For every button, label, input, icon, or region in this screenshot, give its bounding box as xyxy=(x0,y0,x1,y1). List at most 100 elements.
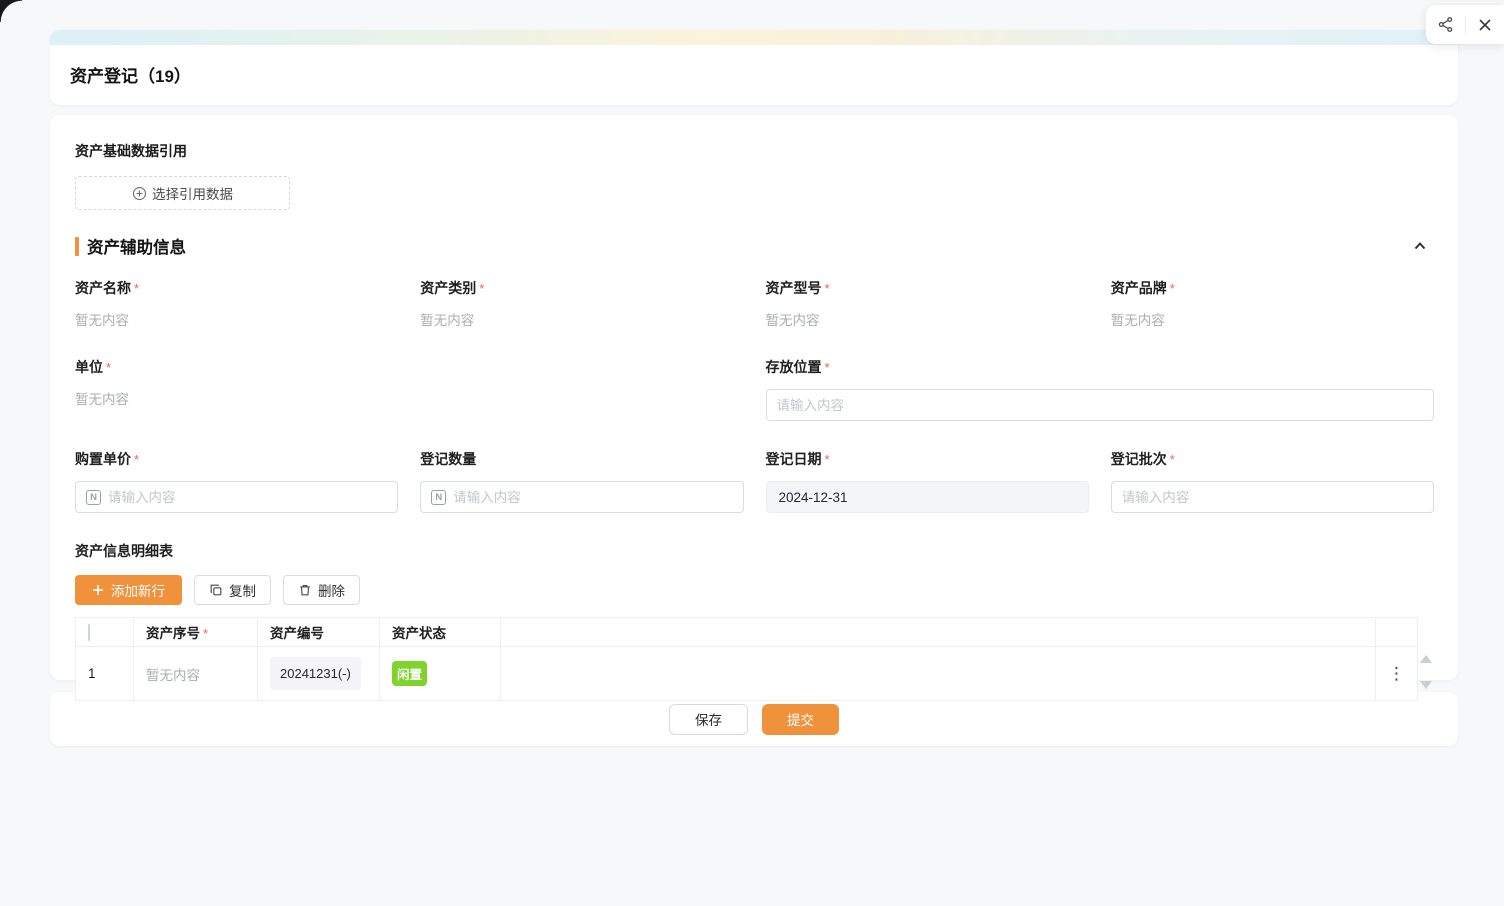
copy-row-button[interactable]: 复制 xyxy=(194,575,271,605)
aux-info-section-header: 资产辅助信息 xyxy=(75,234,1434,258)
asset-code-box: 20241231(-) xyxy=(270,657,361,690)
divider xyxy=(1465,16,1466,34)
page: 资产登记（19） 资产基础数据引用 选择引用数据 资产辅助信息 资产名称* xyxy=(50,30,1458,746)
field-asset-model: 资产型号* 暂无内容 xyxy=(766,278,1089,329)
detail-table-zone: 资产序号* 资产编号 资产状态 1 暂无内容 20241231(-) 闲置 xyxy=(75,617,1434,701)
field-asset-category: 资产类别* 暂无内容 xyxy=(420,278,743,329)
required-asterisk: * xyxy=(134,452,139,467)
status-badge: 闲置 xyxy=(392,661,427,686)
detail-table-label: 资产信息明细表 xyxy=(75,541,1434,561)
field-label: 资产型号 xyxy=(766,280,822,296)
reference-section-label: 资产基础数据引用 xyxy=(75,141,1434,161)
field-empty-value: 暂无内容 xyxy=(1111,309,1434,329)
column-label: 资产编号 xyxy=(270,626,324,641)
delete-row-button[interactable]: 删除 xyxy=(283,575,360,605)
purchase-price-input[interactable] xyxy=(108,490,387,505)
register-date-disabled-field: 2024-12-31 xyxy=(766,481,1089,513)
title-card: 资产登记（19） xyxy=(50,30,1458,105)
submit-button[interactable]: 提交 xyxy=(762,704,839,735)
field-register-date: 登记日期* 2024-12-31 xyxy=(766,449,1089,513)
required-asterisk: * xyxy=(134,281,139,296)
page-title: 资产登记（19） xyxy=(70,62,191,87)
column-actions xyxy=(1376,618,1418,647)
table-row: 1 暂无内容 20241231(-) 闲置 ⋮ xyxy=(76,647,1418,701)
copy-row-label: 复制 xyxy=(229,580,256,600)
field-label: 登记批次 xyxy=(1111,451,1167,467)
plus-circle-icon xyxy=(132,186,147,201)
scroll-up-icon[interactable] xyxy=(1420,655,1432,663)
required-asterisk: * xyxy=(1170,452,1175,467)
table-scrollbar xyxy=(1418,617,1434,701)
trash-icon xyxy=(298,583,312,597)
field-empty-value: 暂无内容 xyxy=(75,309,398,329)
field-label: 登记日期 xyxy=(766,451,822,467)
close-icon[interactable] xyxy=(1473,13,1497,37)
field-label: 资产品牌 xyxy=(1111,280,1167,296)
column-asset-serial: 资产序号* xyxy=(134,618,258,647)
table-header-row: 资产序号* 资产编号 资产状态 xyxy=(76,618,1418,647)
window-actions xyxy=(1426,5,1504,44)
field-empty-value: 暂无内容 xyxy=(766,309,1089,329)
number-field-icon: N xyxy=(86,490,101,505)
delete-row-label: 删除 xyxy=(318,580,345,600)
column-label: 资产序号 xyxy=(146,626,200,641)
field-unit: 单位* 暂无内容 xyxy=(75,357,398,421)
required-asterisk: * xyxy=(825,452,830,467)
field-label: 存放位置 xyxy=(766,359,822,375)
register-quantity-input[interactable] xyxy=(453,490,732,505)
storage-location-input-wrap xyxy=(766,389,1435,421)
field-label: 资产名称 xyxy=(75,280,131,296)
required-asterisk: * xyxy=(106,360,111,375)
row-actions-cell: ⋮ xyxy=(1376,647,1418,701)
number-field-icon: N xyxy=(431,490,446,505)
detail-table: 资产序号* 资产编号 资产状态 1 暂无内容 20241231(-) 闲置 xyxy=(75,617,1418,701)
field-label: 登记数量 xyxy=(420,451,476,467)
column-asset-code: 资产编号 xyxy=(258,618,380,647)
row-status-cell: 闲置 xyxy=(380,647,501,701)
register-batch-input-wrap xyxy=(1111,481,1434,513)
more-vertical-icon[interactable]: ⋮ xyxy=(1388,665,1405,682)
field-storage-location: 存放位置* xyxy=(766,357,1435,421)
select-reference-data-label: 选择引用数据 xyxy=(152,183,233,203)
required-asterisk: * xyxy=(825,281,830,296)
required-asterisk: * xyxy=(1170,281,1175,296)
field-empty-value: 暂无内容 xyxy=(75,388,398,408)
field-asset-name: 资产名称* 暂无内容 xyxy=(75,278,398,329)
field-asset-brand: 资产品牌* 暂无内容 xyxy=(1111,278,1434,329)
row-index-cell: 1 xyxy=(76,647,134,701)
add-row-button[interactable]: 添加新行 xyxy=(75,575,182,605)
select-reference-data-button[interactable]: 选择引用数据 xyxy=(75,176,290,210)
plus-icon xyxy=(92,584,104,596)
column-filler xyxy=(501,618,1376,647)
field-label: 购置单价 xyxy=(75,451,131,467)
column-label: 资产状态 xyxy=(392,626,446,641)
field-label: 单位 xyxy=(75,359,103,375)
copy-icon xyxy=(209,583,223,597)
fields-grid: 资产名称* 暂无内容 资产类别* 暂无内容 资产型号* 暂无内容 资产品牌* 暂… xyxy=(75,278,1434,541)
register-batch-input[interactable] xyxy=(1122,490,1423,505)
header-gradient-strip xyxy=(50,30,1458,45)
add-row-label: 添加新行 xyxy=(111,580,165,600)
select-all-checkbox[interactable] xyxy=(88,624,90,641)
field-label: 资产类别 xyxy=(420,280,476,296)
section-title: 资产辅助信息 xyxy=(87,234,186,258)
field-register-batch: 登记批次* xyxy=(1111,449,1434,513)
row-serial-cell: 暂无内容 xyxy=(134,647,258,701)
section-accent-bar xyxy=(75,237,79,256)
register-quantity-input-wrap: N xyxy=(420,481,743,513)
share-icon[interactable] xyxy=(1433,13,1457,37)
field-register-quantity: 登记数量 N xyxy=(420,449,743,513)
row-code-cell: 20241231(-) xyxy=(258,647,380,701)
scroll-down-icon[interactable] xyxy=(1420,681,1432,689)
storage-location-input[interactable] xyxy=(777,398,1424,413)
purchase-price-input-wrap: N xyxy=(75,481,398,513)
chevron-up-icon[interactable] xyxy=(1412,238,1428,254)
field-purchase-price: 购置单价* N xyxy=(75,449,398,513)
required-asterisk: * xyxy=(203,626,208,641)
window-corner xyxy=(0,0,22,22)
detail-table-toolbar: 添加新行 复制 删除 xyxy=(75,575,1434,605)
select-all-cell xyxy=(76,618,134,647)
row-filler-cell xyxy=(501,647,1376,701)
save-button[interactable]: 保存 xyxy=(669,704,748,735)
required-asterisk: * xyxy=(479,281,484,296)
